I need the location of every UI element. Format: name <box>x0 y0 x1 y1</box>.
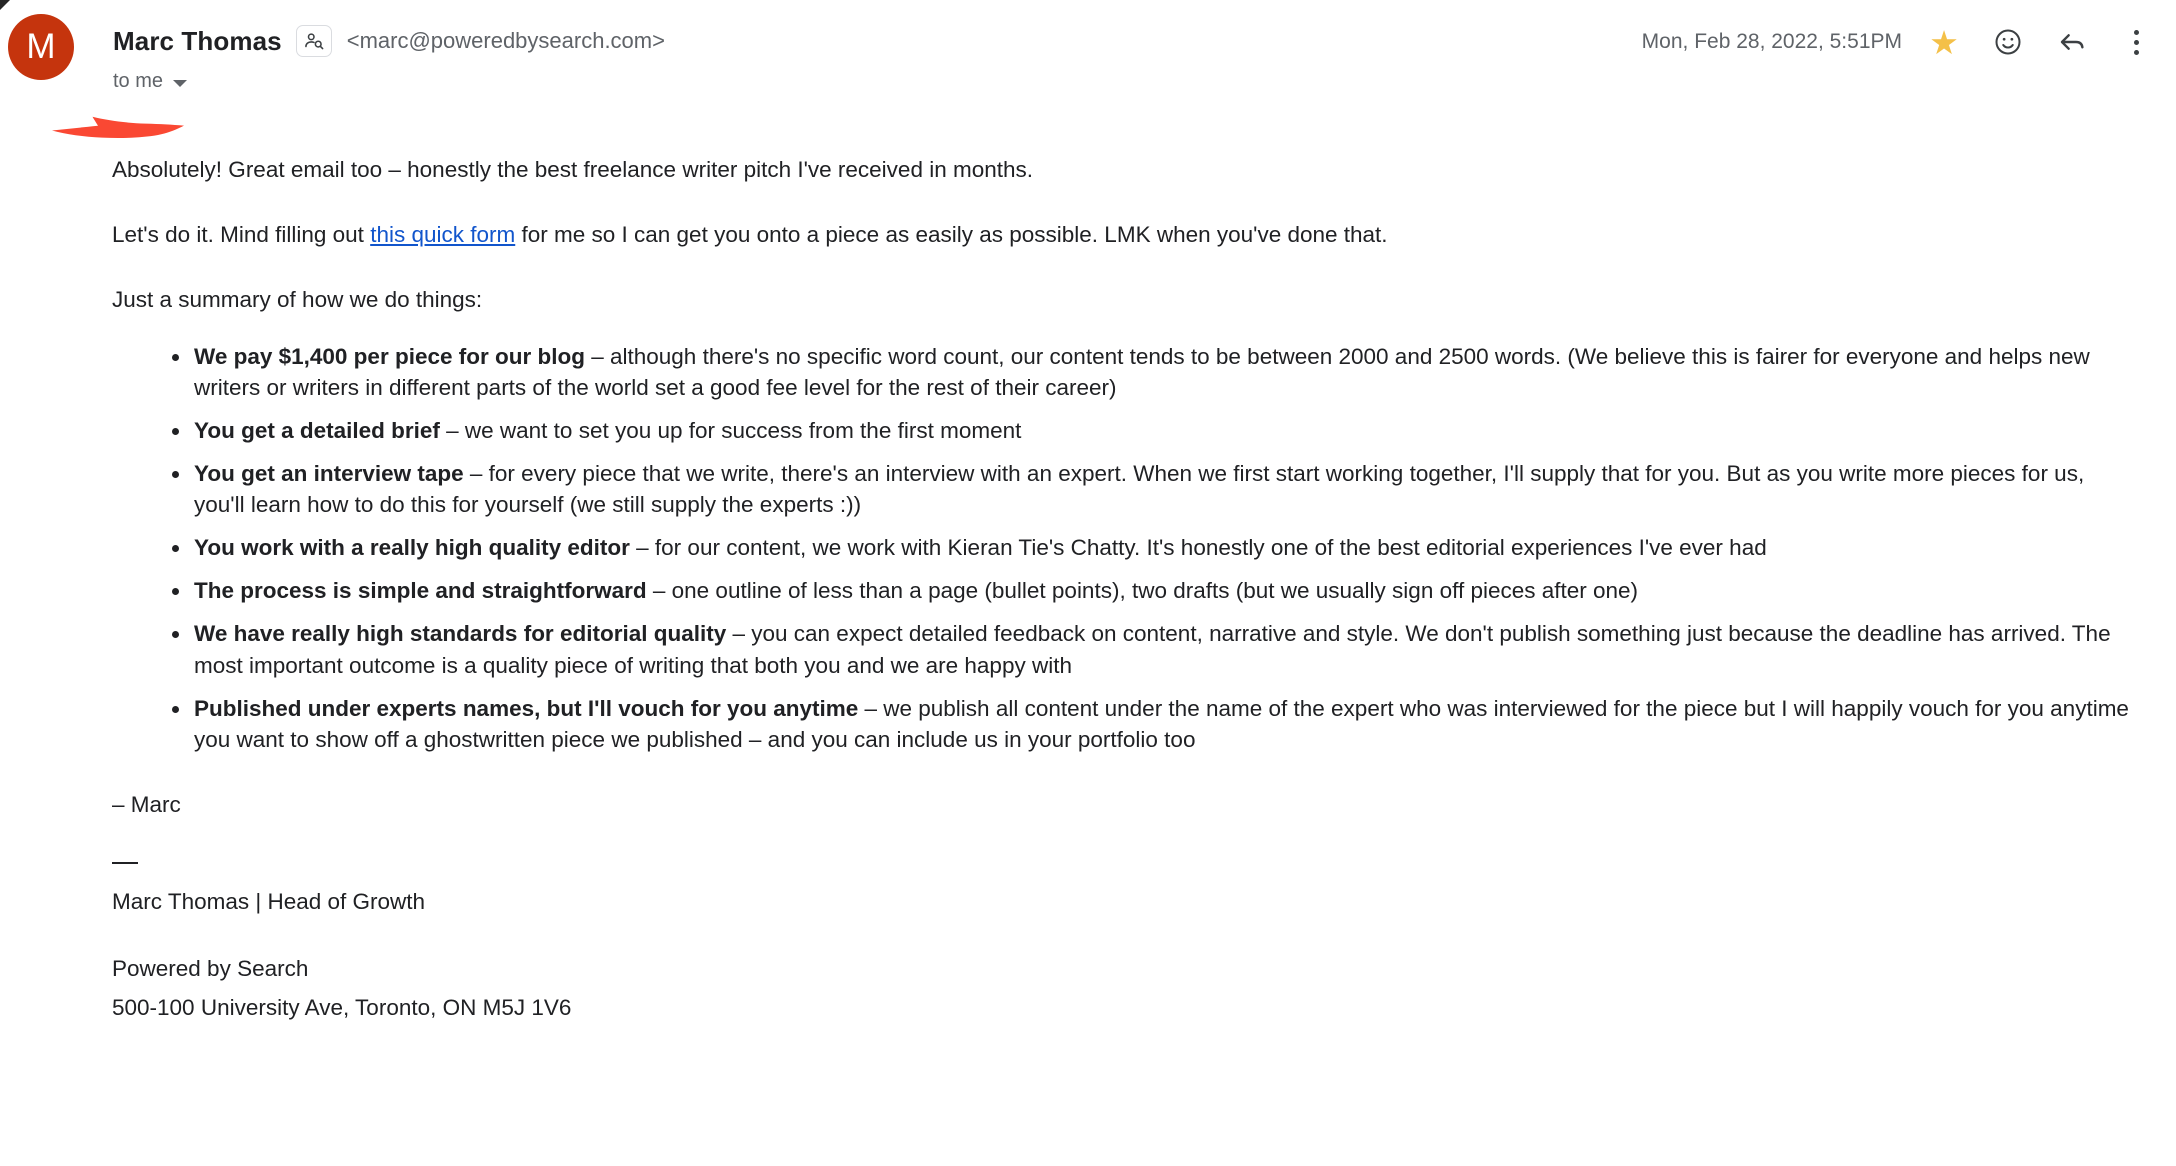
chevron-down-icon[interactable] <box>173 79 188 87</box>
paragraph-form-request-after: for me so I can get you onto a piece as … <box>515 222 1388 248</box>
paragraph-form-request: Let's do it. Mind filling out this quick… <box>112 219 2136 250</box>
add-reaction-icon[interactable] <box>1986 20 2030 64</box>
avatar[interactable]: M <box>8 14 74 80</box>
list-item-title: We have really high standards for editor… <box>194 621 727 647</box>
reply-icon[interactable] <box>2050 20 2094 64</box>
list-item: We pay $1,400 per piece for our blog – a… <box>172 341 2136 403</box>
list-item-text: – for our content, we work with Kieran T… <box>629 535 1767 561</box>
sender-info: Marc Thomas <marc@poweredbysearch.com> t… <box>113 24 665 93</box>
signature-divider <box>112 861 138 864</box>
list-item: You get an interview tape – for every pi… <box>172 458 2136 520</box>
contact-search-icon[interactable] <box>295 25 332 57</box>
sender-name[interactable]: Marc Thomas <box>113 26 282 57</box>
paragraph-greeting: Absolutely! Great email too – honestly t… <box>112 157 1034 182</box>
signature-company: Powered by Search <box>112 955 309 981</box>
quick-form-link[interactable]: this quick form <box>370 222 515 247</box>
list-item-title: You get an interview tape <box>194 461 464 487</box>
star-icon[interactable]: ★ <box>1922 20 1966 64</box>
list-item-text: – for every piece that we write, there's… <box>194 461 2085 518</box>
list-item-title: You work with a really high quality edit… <box>194 535 630 561</box>
timestamp: Mon, Feb 28, 2022, 5:51PM <box>1641 30 1902 53</box>
list-item: We have really high standards for editor… <box>172 618 2136 680</box>
list-item-title: Published under experts names, but I'll … <box>194 695 859 721</box>
recipient-label: to me <box>113 70 164 92</box>
list-item: You work with a really high quality edit… <box>172 532 2136 563</box>
red-arrow-annotation <box>52 116 184 139</box>
recipient-row[interactable]: to me <box>113 70 665 93</box>
paragraph-summary-intro: Just a summary of how we do things: <box>112 287 483 313</box>
signature-address: 500-100 University Ave, Toronto, ON M5J … <box>112 994 572 1020</box>
star-glyph: ★ <box>1929 23 1959 61</box>
list-item-text: – one outline of less than a page (bulle… <box>646 578 1639 604</box>
paragraph-form-request-before: Let's do it. Mind filling out <box>112 222 371 248</box>
list-item-text: – we want to set you up for success from… <box>439 418 1022 444</box>
list-item-title: We pay $1,400 per piece for our blog <box>194 344 585 370</box>
header-actions: Mon, Feb 28, 2022, 5:51PM ★ <box>1642 22 2158 62</box>
more-options-icon[interactable] <box>2114 20 2158 64</box>
email-body: Absolutely! Great email too – honestly t… <box>0 154 2176 1023</box>
summary-bullet-list: We pay $1,400 per piece for our blog – a… <box>112 341 2136 755</box>
sender-email: <marc@poweredbysearch.com> <box>346 28 665 53</box>
list-item: You get a detailed brief – we want to se… <box>172 415 2136 446</box>
sign-off: – Marc <box>112 791 181 817</box>
sender-line: Marc Thomas <marc@poweredbysearch.com> <box>113 24 665 58</box>
list-item: The process is simple and straightforwar… <box>172 575 2136 606</box>
email-header: M Marc Thomas <marc@poweredbysearch.com>… <box>0 0 2176 139</box>
signature-name: Marc Thomas | Head of Growth <box>112 888 426 914</box>
list-item-title: The process is simple and straightforwar… <box>194 578 647 604</box>
list-item-title: You get a detailed brief <box>194 418 440 444</box>
list-item: Published under experts names, but I'll … <box>172 693 2136 755</box>
